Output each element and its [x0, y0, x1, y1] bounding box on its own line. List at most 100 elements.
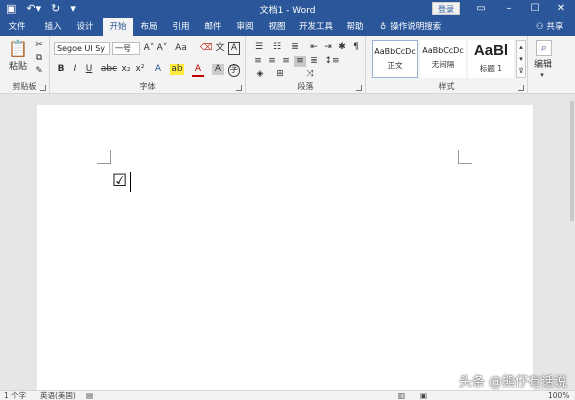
clear-formatting-icon[interactable]: ⌫: [200, 43, 213, 54]
font-group-label: 字体: [139, 82, 156, 91]
align-right-icon[interactable]: ≡: [280, 56, 292, 67]
tab-home[interactable]: 开始: [103, 18, 133, 36]
style-no-spacing-sample: AaBbCcDc: [422, 46, 464, 55]
tab-layout[interactable]: 布局: [136, 18, 162, 36]
ribbon-home: 📋 粘贴 ✂ ⧉ ✎ 剪贴板 Segoe UI Sy 一号 A˄ A˅ Aa ⌫…: [0, 36, 575, 94]
style-normal-sample: AaBbCcDc: [374, 47, 416, 56]
text-effects-button[interactable]: A: [152, 64, 164, 75]
styles-group: AaBbCcDc 正文 AaBbCcDc 无间隔 AaBl 标题 1 ▴ ▾ ⊽ 样…: [366, 36, 528, 94]
styles-group-label: 样式: [438, 82, 455, 91]
chinese-layout-icon[interactable]: ✱: [336, 42, 348, 53]
macro-record-icon[interactable]: ▤: [86, 391, 93, 400]
grow-font-button[interactable]: A˄: [143, 43, 155, 54]
paragraph-launcher-icon[interactable]: [356, 85, 362, 91]
person-icon: ⚇: [536, 22, 544, 32]
read-mode-icon[interactable]: ▥: [398, 391, 405, 400]
tab-design[interactable]: 设计: [72, 18, 98, 36]
style-normal[interactable]: AaBbCcDc 正文: [372, 40, 418, 78]
style-heading-1-sample: AaBl: [473, 42, 509, 59]
margin-mark-top-right: [458, 150, 472, 164]
restore-ribbon-icon[interactable]: ▭: [470, 1, 492, 17]
sort-icon[interactable]: ⤨: [302, 69, 318, 80]
clipboard-launcher-icon[interactable]: [40, 85, 46, 91]
bold-button[interactable]: B: [56, 64, 66, 75]
increase-indent-icon[interactable]: ⇥: [322, 42, 334, 53]
tab-mailings[interactable]: 邮件: [200, 18, 226, 36]
language-indicator[interactable]: 英语(美国): [40, 391, 76, 400]
font-name-combo[interactable]: Segoe UI Sy: [54, 42, 110, 55]
editing-dropdown-icon[interactable]: ▾: [536, 70, 548, 81]
paste-icon[interactable]: 📋: [8, 40, 28, 58]
numbering-icon[interactable]: ☷: [270, 42, 284, 53]
copy-icon[interactable]: ⧉: [33, 53, 45, 64]
decrease-indent-icon[interactable]: ⇤: [308, 42, 320, 53]
share-label: 共享: [546, 22, 564, 32]
share-button[interactable]: ⚇ 共享: [536, 18, 563, 36]
checked-box-symbol[interactable]: ☑: [112, 172, 127, 190]
tell-me-label: 操作说明搜索: [390, 22, 442, 32]
subscript-button[interactable]: x₂: [120, 64, 132, 75]
multilevel-list-icon[interactable]: ≣: [288, 42, 302, 53]
ribbon-tab-bar: 文件 插入 设计 开始 布局 引用 邮件 审阅 视图 开发工具 帮助 ♁ 操作说…: [0, 18, 575, 36]
tab-review[interactable]: 审阅: [232, 18, 258, 36]
line-spacing-icon[interactable]: ↕≡: [324, 56, 340, 67]
zoom-level[interactable]: 100%: [548, 391, 569, 400]
minimize-icon[interactable]: –: [498, 1, 520, 17]
format-painter-icon[interactable]: ✎: [33, 66, 45, 77]
tab-view[interactable]: 视图: [264, 18, 290, 36]
clipboard-group: 📋 粘贴 ✂ ⧉ ✎ 剪贴板: [0, 36, 50, 94]
document-page[interactable]: ☑: [37, 105, 533, 395]
show-marks-icon[interactable]: ¶: [350, 42, 362, 53]
bullets-icon[interactable]: ☰: [252, 42, 266, 53]
borders-icon[interactable]: ⊞: [272, 69, 288, 80]
highlight-button[interactable]: ab: [170, 64, 184, 75]
change-case-button[interactable]: Aa: [172, 43, 190, 54]
text-cursor: [130, 172, 131, 192]
close-icon[interactable]: ✕: [550, 1, 572, 17]
style-no-spacing-name: 无间隔: [431, 60, 455, 69]
underline-button[interactable]: U: [84, 64, 94, 75]
char-shading-icon[interactable]: A: [212, 64, 224, 75]
vertical-scrollbar[interactable]: [569, 95, 575, 390]
enclosed-char-icon[interactable]: 字: [228, 64, 240, 77]
tab-insert[interactable]: 插入: [40, 18, 66, 36]
watermark: 头条 @熊仔有话说: [458, 375, 567, 390]
login-button[interactable]: 登录: [432, 2, 460, 15]
lightbulb-icon: ♁: [380, 22, 387, 32]
superscript-button[interactable]: x²: [134, 64, 146, 75]
enclose-char-icon[interactable]: A: [228, 42, 240, 55]
word-count[interactable]: 1 个字: [4, 391, 26, 400]
style-heading-1-name: 标题 1: [479, 64, 503, 73]
shading-icon[interactable]: ◈: [252, 69, 268, 80]
font-color-button[interactable]: A: [192, 64, 204, 77]
style-heading-1[interactable]: AaBl 标题 1: [468, 40, 514, 78]
align-left-icon[interactable]: ≡: [252, 56, 264, 67]
align-center-icon[interactable]: ≡: [266, 56, 278, 67]
strikethrough-button[interactable]: abc: [100, 64, 118, 75]
style-normal-name: 正文: [387, 61, 403, 70]
tab-developer[interactable]: 开发工具: [296, 18, 336, 36]
maximize-icon[interactable]: ☐: [524, 1, 546, 17]
italic-button[interactable]: I: [70, 64, 80, 75]
print-layout-icon[interactable]: ▣: [420, 391, 427, 400]
margin-mark-top-left: [97, 150, 111, 164]
cut-icon[interactable]: ✂: [33, 40, 45, 51]
styles-scroll-icon[interactable]: ▴ ▾ ⊽: [516, 40, 526, 78]
phonetic-guide-icon[interactable]: 文: [214, 43, 226, 54]
font-launcher-icon[interactable]: [236, 85, 242, 91]
tell-me-search[interactable]: ♁ 操作说明搜索: [380, 18, 441, 36]
tab-help[interactable]: 帮助: [342, 18, 368, 36]
scrollbar-thumb[interactable]: [570, 101, 574, 221]
styles-launcher-icon[interactable]: [518, 85, 524, 91]
distributed-icon[interactable]: ≣: [308, 56, 320, 67]
style-no-spacing[interactable]: AaBbCcDc 无间隔: [420, 40, 466, 78]
font-size-combo[interactable]: 一号: [112, 42, 140, 55]
shrink-font-button[interactable]: A˅: [156, 43, 168, 54]
tab-file[interactable]: 文件: [4, 18, 30, 36]
find-icon[interactable]: ⌕: [536, 40, 552, 56]
justify-icon[interactable]: ≡: [294, 56, 306, 67]
paragraph-group-label: 段落: [297, 82, 314, 91]
tab-references[interactable]: 引用: [168, 18, 194, 36]
paste-label[interactable]: 粘贴: [6, 62, 30, 73]
title-bar: ▣ ↶▾ ↻ ▾ 文档1 - Word 登录 ▭ – ☐ ✕: [0, 0, 575, 18]
